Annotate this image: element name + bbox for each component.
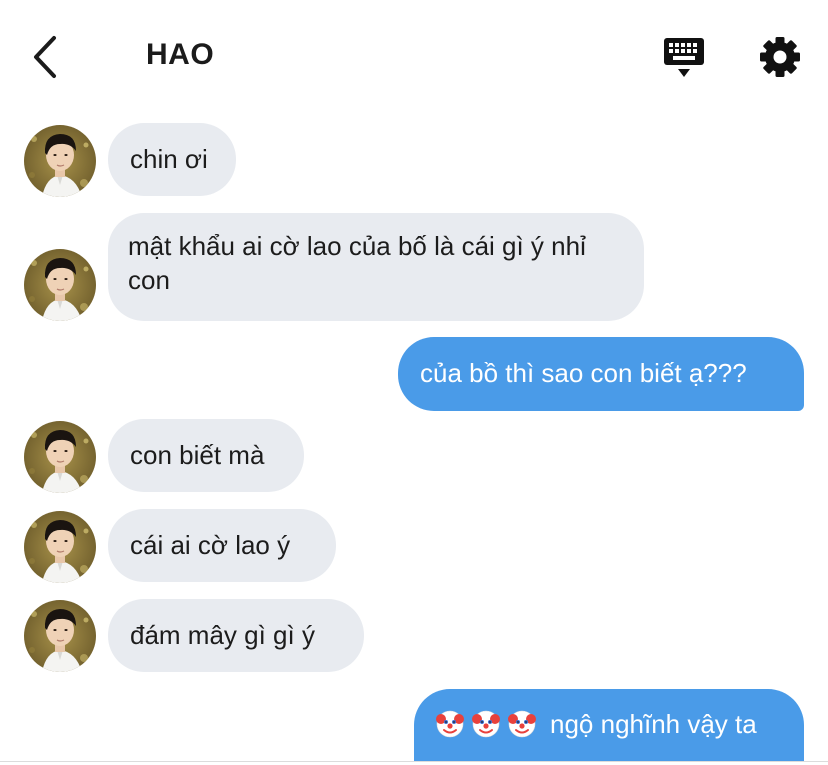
clown-face-icon: [472, 710, 500, 738]
settings-button[interactable]: [758, 35, 802, 79]
back-button[interactable]: [28, 34, 68, 80]
avatar[interactable]: [24, 511, 96, 583]
message-bubble[interactable]: của bồ thì sao con biết ạ???: [398, 337, 804, 411]
bottom-divider: [0, 761, 828, 762]
message-bubble[interactable]: ngộ nghĩnh vậy ta: [414, 689, 804, 761]
avatar[interactable]: [24, 249, 96, 321]
message-bubble[interactable]: chin ơi: [108, 123, 236, 196]
message-bubble[interactable]: cái ai cờ lao ý: [108, 509, 336, 582]
keyboard-icon: [664, 38, 704, 77]
message-text: ngộ nghĩnh vậy ta: [550, 709, 757, 739]
avatar[interactable]: [24, 421, 96, 493]
chevron-left-icon: [34, 36, 56, 78]
clown-face-icon: [508, 710, 536, 738]
keyboard-button[interactable]: [660, 36, 708, 80]
avatar[interactable]: [24, 600, 96, 672]
chat-title: HAO: [146, 38, 215, 71]
gear-icon: [760, 37, 800, 77]
chat-header: HAO: [0, 0, 828, 110]
message-bubble[interactable]: mật khẩu ai cờ lao của bố là cái gì ý nh…: [108, 213, 644, 321]
avatar[interactable]: [24, 125, 96, 197]
clown-face-icon: [436, 710, 464, 738]
message-bubble[interactable]: đám mây gì gì ý: [108, 599, 364, 672]
message-bubble[interactable]: con biết mà: [108, 419, 304, 492]
